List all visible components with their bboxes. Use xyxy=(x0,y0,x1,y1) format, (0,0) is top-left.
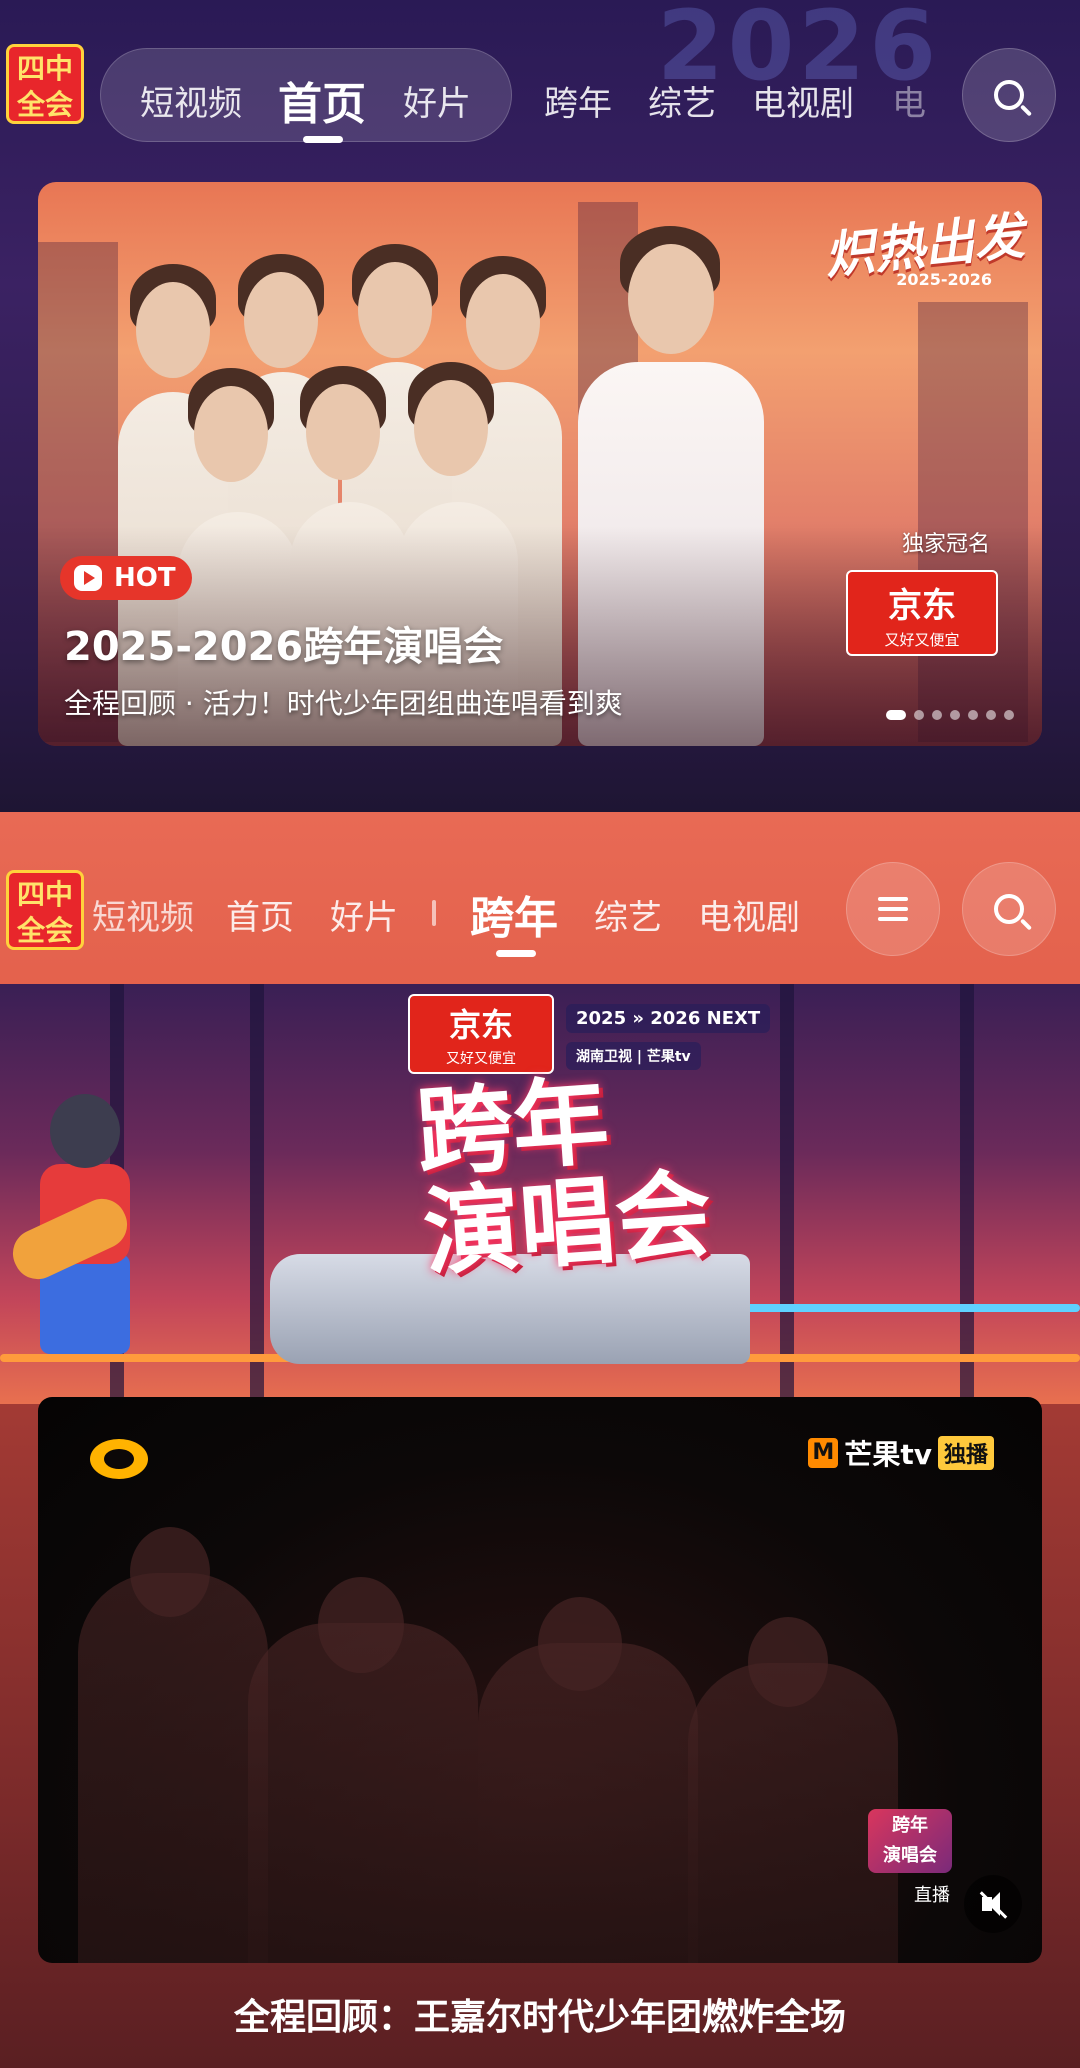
mute-button[interactable] xyxy=(964,1875,1022,1933)
performer-silhouette xyxy=(688,1663,898,1963)
event-years: 2025 » 2026 NEXT xyxy=(566,1004,771,1033)
tab-divider xyxy=(432,900,436,926)
performer-silhouette xyxy=(318,1577,404,1673)
search-icon xyxy=(994,894,1024,924)
guitarist-mascot xyxy=(5,1094,160,1364)
event-mini-logo: 跨年 演唱会 xyxy=(868,1809,952,1873)
tab-variety[interactable]: 综艺 xyxy=(594,890,662,939)
search-button[interactable] xyxy=(962,862,1056,956)
tab-short-video[interactable]: 短视频 xyxy=(140,76,242,125)
tab-tv-series[interactable]: 电视剧 xyxy=(698,890,800,939)
sponsor-name: 京东 xyxy=(448,1006,513,1044)
carousel-dot[interactable] xyxy=(932,710,942,720)
menu-icon xyxy=(878,897,908,921)
carousel-dot[interactable] xyxy=(950,710,960,720)
banner-slogan-years: 2025-2026 xyxy=(896,270,992,289)
exclusive-badge: 独播 xyxy=(937,1436,994,1470)
performer-silhouette xyxy=(78,1573,268,1963)
carousel-dot[interactable] xyxy=(1004,710,1014,720)
tab-short-video[interactable]: 短视频 xyxy=(92,890,194,939)
performer-silhouette xyxy=(248,1623,478,1963)
tab-good-films[interactable]: 好片 xyxy=(403,76,471,125)
banner-subtitle: 全程回顾 · 活力！时代少年团组曲连唱看到爽 xyxy=(64,687,623,720)
carousel-dot[interactable] xyxy=(986,710,996,720)
stage-truss xyxy=(250,984,264,1404)
carousel-dot[interactable] xyxy=(914,710,924,720)
tab-tv-series[interactable]: 电视剧 xyxy=(752,76,854,125)
new-year-channel-section: 四中 全会 短视频 首页 好片 跨年 综艺 电视剧 京东 又好又便宜 2025 … xyxy=(0,812,1080,2068)
sponsor-logo: 京东 又好又便宜 xyxy=(846,570,998,656)
search-button[interactable] xyxy=(962,48,1056,142)
logo-line-2: 全会 xyxy=(16,914,73,947)
sponsor-logo: 京东 又好又便宜 xyxy=(408,994,554,1074)
tab-new-year[interactable]: 跨年 xyxy=(544,76,612,125)
tab-home[interactable]: 首页 xyxy=(226,890,294,939)
carousel-dot[interactable] xyxy=(886,710,906,720)
active-tab-indicator xyxy=(303,136,343,143)
performer-silhouette xyxy=(748,1617,828,1707)
logo-line-2: 全会 xyxy=(16,88,73,121)
tab-new-year[interactable]: 跨年 xyxy=(470,882,558,946)
active-tab-indicator xyxy=(496,950,536,957)
play-icon xyxy=(74,565,102,591)
event-logo: 跨年 演唱会 xyxy=(413,1064,716,1290)
hunan-tv-logo-icon xyxy=(90,1439,148,1479)
app-logo[interactable]: 四中 全会 xyxy=(6,44,84,124)
platform-name: 芒果tv xyxy=(844,1438,932,1471)
logo-line-1: 四中 xyxy=(16,878,73,911)
banner-title[interactable]: 2025-2026跨年演唱会 xyxy=(64,614,503,672)
stage-truss xyxy=(780,984,794,1404)
app-logo[interactable]: 四中 全会 xyxy=(6,870,84,950)
mango-logo-icon: M xyxy=(808,1438,839,1468)
mini-logo-line-2: 演唱会 xyxy=(883,1845,937,1866)
sponsor-tagline: 又好又便宜 xyxy=(884,631,960,649)
mini-logo-line-1: 跨年 xyxy=(892,1815,928,1836)
event-key-visual[interactable]: 京东 又好又便宜 2025 » 2026 NEXT 湖南卫视 | 芒果tv 跨年… xyxy=(0,984,1080,1404)
tab-truncated[interactable]: 电 xyxy=(892,76,926,125)
sponsor-tagline: 又好又便宜 xyxy=(446,1051,516,1067)
live-label: 直播 xyxy=(914,1885,950,1906)
carousel-indicator xyxy=(886,710,1014,720)
video-caption[interactable]: 全程回顾：王嘉尔时代少年团燃炸全场 xyxy=(0,1988,1080,2040)
menu-button[interactable] xyxy=(846,862,940,956)
performer-silhouette xyxy=(538,1597,622,1691)
hot-badge: HOT xyxy=(60,556,192,600)
live-video-player[interactable]: M 芒果tv 独播 跨年 演唱会 直播 xyxy=(38,1397,1042,1963)
logo-line-1: 四中 xyxy=(16,52,73,85)
stage-truss xyxy=(960,984,974,1404)
sponsor-name: 京东 xyxy=(888,586,956,626)
tab-home[interactable]: 首页 xyxy=(278,68,366,132)
tab-variety[interactable]: 综艺 xyxy=(648,76,716,125)
tab-good-films[interactable]: 好片 xyxy=(330,890,398,939)
performer-silhouette xyxy=(478,1643,698,1963)
platform-watermark: M 芒果tv 独播 xyxy=(808,1433,994,1473)
performer-silhouette xyxy=(130,1527,210,1617)
carousel-dot[interactable] xyxy=(968,710,978,720)
hero-banner-carousel[interactable]: 炽热出发 2025-2026 独家冠名 京东 又好又便宜 HOT 2025-20… xyxy=(38,182,1042,746)
search-icon xyxy=(994,80,1024,110)
sponsor-label: 独家冠名 xyxy=(901,532,990,557)
event-logo-line-2: 演唱会 xyxy=(419,1157,716,1290)
muted-speaker-icon xyxy=(978,1889,1008,1919)
home-header-section: 2026 四中 全会 短视频 首页 好片 跨年 综艺 电视剧 电 炽热出发 20… xyxy=(0,0,1080,812)
hot-badge-label: HOT xyxy=(114,563,176,593)
